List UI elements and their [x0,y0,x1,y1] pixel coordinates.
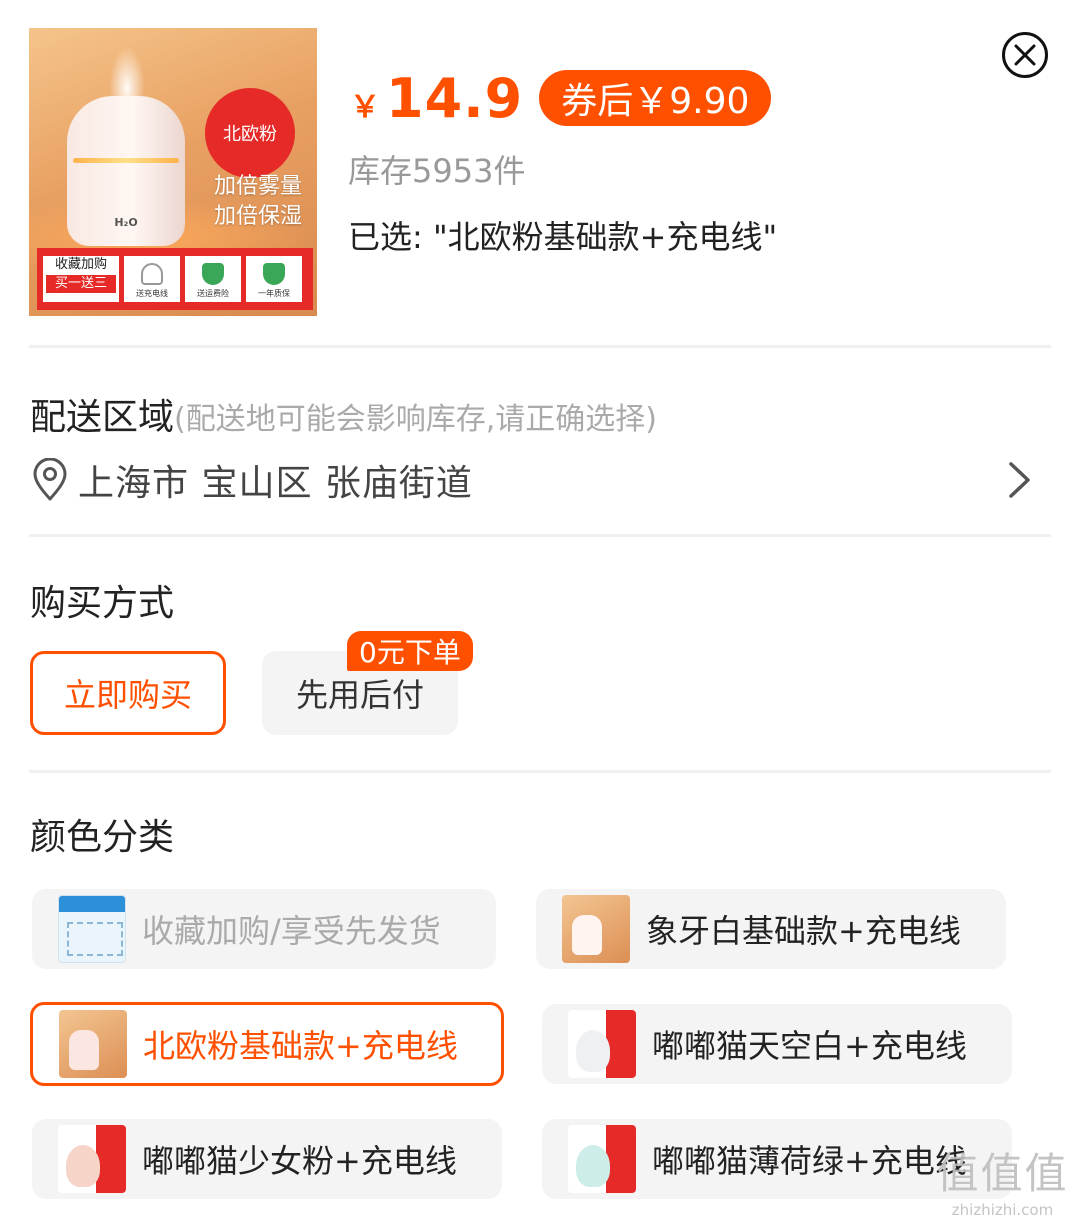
thumb-tagline-line-2: 加倍保湿 [213,204,302,229]
location-pin-icon [33,458,67,501]
close-button[interactable] [1002,32,1048,78]
thumb-humidifier [69,1030,99,1070]
thumb-tile-cable: 送充电线 [124,256,180,302]
buy-now-option[interactable]: 立即购买 [30,651,226,735]
divider [29,770,1051,773]
thumb-promo-line-2: 买一送三 [46,275,116,293]
option-label: 北欧粉基础款+充电线 [143,1027,458,1065]
address-text: 上海市 宝山区 张庙街道 [78,463,473,504]
color-option-nordic-pink[interactable]: 北欧粉基础款+充电线 [30,1002,504,1086]
color-option-cat-sky-white[interactable]: 嘟嘟猫天空白+充电线 [542,1004,1012,1084]
option-thumbnail [58,895,126,963]
thumb-tile-label: 一年质保 [258,289,290,298]
thumb-tile-shipping: 送运费险 [185,256,241,302]
zero-down-badge: 0元下单 [347,631,473,671]
color-section-title: 颜色分类 [30,817,175,858]
thumb-tile-warranty: 一年质保 [246,256,302,302]
thumb-humidifier [572,915,602,955]
stock-text: 库存5953件 [348,152,526,190]
price-row: ￥ 14.9 券后￥9.90 [350,62,772,134]
price-value: 14.9 [386,66,524,130]
option-thumbnail [59,1010,127,1078]
divider [29,534,1051,537]
watermark-title: 值值值 [936,1149,1069,1198]
color-option-cat-girl-pink[interactable]: 嘟嘟猫少女粉+充电线 [32,1119,502,1199]
thumb-tagline-line-1: 加倍雾量 [213,174,302,199]
option-label: 收藏加购/享受先发货 [142,912,441,950]
watermark: 值值值 zhizhizhi.com [930,1140,1075,1219]
option-label: 象牙白基础款+充电线 [646,912,961,950]
delivery-section-title: 配送区域(配送地可能会影响库存,请正确选择) [30,388,657,440]
address-selector[interactable]: 上海市 宝山区 张庙街道 [30,452,1050,508]
thumb-promo-box: 收藏加购 买一送三 [43,256,119,302]
thumb-tagline: 加倍雾量 加倍保湿 [199,172,317,232]
selected-variant-text: 已选: "北欧粉基础款+充电线" [348,218,778,256]
thumb-cat-humidifier [576,1145,610,1187]
option-label: 嘟嘟猫薄荷绿+充电线 [652,1142,967,1180]
thumb-cat-humidifier [576,1030,610,1072]
thumb-device-label: H₂O [114,216,138,229]
thumb-humidifier: H₂O [67,96,185,246]
thumb-promo-line-1: 收藏加购 [54,257,107,272]
option-label: 嘟嘟猫天空白+充电线 [652,1027,967,1065]
chevron-right-icon [1009,462,1030,498]
product-thumbnail[interactable]: H₂O 北欧粉 加倍雾量 加倍保湿 收藏加购 买一送三 送充电线 送运费险 一年… [29,28,317,316]
option-thumbnail [58,1125,126,1193]
purchase-section-title: 购买方式 [30,583,175,624]
thumb-color-badge: 北欧粉 [205,88,295,178]
thumb-promo-bar: 收藏加购 买一送三 送充电线 送运费险 一年质保 [37,248,313,310]
option-label: 嘟嘟猫少女粉+充电线 [142,1142,457,1180]
delivery-title: 配送区域 [30,397,175,438]
thumb-cat-humidifier [66,1145,100,1187]
option-thumbnail [562,895,630,963]
close-icon [1014,44,1036,66]
shield-icon [263,263,285,285]
thumb-tile-label: 送运费险 [197,289,229,298]
watermark-url: zhizhizhi.com [951,1201,1054,1219]
thumb-tile-label: 送充电线 [136,289,168,298]
cable-icon [141,263,163,285]
option-thumbnail [568,1010,636,1078]
coupon-price-badge: 券后￥9.90 [539,70,772,126]
divider [29,345,1051,348]
delivery-hint: (配送地可能会影响库存,请正确选择) [174,402,657,437]
color-option-favorite-first-ship[interactable]: 收藏加购/享受先发货 [32,889,496,969]
option-thumbnail [568,1125,636,1193]
price-currency: ￥ [350,90,380,125]
shield-icon [202,263,224,285]
color-option-ivory-white[interactable]: 象牙白基础款+充电线 [536,889,1006,969]
